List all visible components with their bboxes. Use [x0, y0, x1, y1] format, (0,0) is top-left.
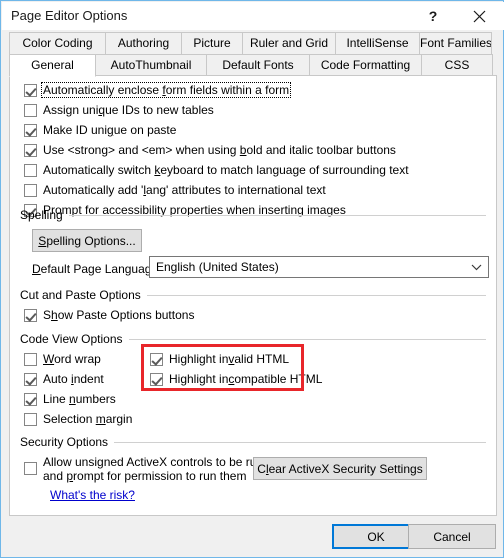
spelling-options-button[interactable]: Spelling Options...: [32, 229, 142, 252]
checkbox-word-wrap[interactable]: [24, 353, 37, 366]
tab-label: Picture: [193, 36, 231, 50]
option-assign-unique-ids[interactable]: Assign unique IDs to new tables: [24, 103, 214, 117]
option-line-numbers[interactable]: Line numbers: [24, 392, 116, 406]
option-use-strong-em[interactable]: Use <strong> and <em> when using bold an…: [24, 143, 396, 157]
tab-label: Authoring: [117, 36, 170, 50]
option-highlight-incompatible-html[interactable]: Highlight incompatible HTML: [150, 372, 322, 386]
tab-label: Ruler and Grid: [249, 36, 329, 50]
checkbox-highlight-incompatible-html[interactable]: [150, 373, 163, 386]
option-allow-unsigned-activex[interactable]: Allow unsigned ActiveX controls to be ru…: [24, 455, 273, 483]
chevron-down-icon[interactable]: [471, 264, 482, 271]
question-mark-icon: ?: [428, 8, 438, 24]
tab-code-formatting[interactable]: Code Formatting: [309, 54, 422, 76]
option-auto-add-lang-attributes[interactable]: Automatically add 'lang' attributes to i…: [24, 183, 326, 197]
tab-ruler-and-grid[interactable]: Ruler and Grid: [242, 32, 336, 54]
tab-strip: Color Coding Authoring Picture Ruler and Gr…: [9, 32, 497, 77]
tab-row-bottom: General AutoThumbnail Default Fonts Code Fo…: [9, 54, 497, 77]
checkbox-allow-unsigned-activex[interactable]: [24, 462, 37, 475]
group-divider-line: [68, 214, 486, 216]
checkbox-line-numbers[interactable]: [24, 393, 37, 406]
general-tab-panel: Automatically enclose form fields within…: [9, 75, 497, 516]
checkbox-make-id-unique-on-paste[interactable]: [24, 124, 37, 137]
checkbox-auto-add-lang-attributes[interactable]: [24, 184, 37, 197]
tab-autothumbnail[interactable]: AutoThumbnail: [95, 54, 207, 76]
tab-label: Color Coding: [22, 36, 93, 50]
option-make-id-unique-on-paste[interactable]: Make ID unigue on paste: [24, 123, 176, 137]
tab-label: Code Formatting: [320, 58, 411, 72]
option-label: Highlight incompatible HTML: [169, 372, 323, 386]
tab-label: CSS: [444, 58, 470, 72]
checkbox-use-strong-em[interactable]: [24, 144, 37, 157]
tab-label: Font Families: [420, 36, 492, 50]
checkbox-selection-margin[interactable]: [24, 413, 37, 426]
group-security-options: Security Options: [20, 435, 486, 449]
option-auto-switch-keyboard[interactable]: Automatically switch keyboard to match l…: [24, 163, 409, 177]
option-word-wrap[interactable]: Word wrap: [24, 352, 101, 366]
tab-label: AutoThumbnail: [110, 58, 192, 72]
option-label: Make ID unigue on paste: [43, 123, 177, 137]
tab-default-fonts[interactable]: Default Fonts: [206, 54, 310, 76]
page-editor-options-dialog: Page Editor Options ? Color Coding Author…: [0, 0, 504, 558]
tab-label: General: [31, 58, 74, 72]
tab-label: IntelliSense: [346, 36, 409, 50]
button-label: pelling Options...: [46, 233, 136, 248]
tab-css[interactable]: CSS: [421, 54, 493, 76]
option-auto-indent[interactable]: Auto indent: [24, 372, 104, 386]
option-label: Assign unique IDs to new tables: [43, 103, 214, 117]
group-title: Code View Options: [20, 332, 123, 346]
checkbox-auto-indent[interactable]: [24, 373, 37, 386]
default-page-language-label: Default Page Language:: [32, 262, 162, 276]
group-title: Cut and Paste Options: [20, 288, 141, 302]
option-selection-margin[interactable]: Selection margin: [24, 412, 132, 426]
combobox-value: English (United States): [156, 260, 279, 274]
close-icon: [473, 10, 486, 23]
tab-authoring[interactable]: Authoring: [105, 32, 182, 54]
tab-color-coding[interactable]: Color Coding: [9, 32, 106, 54]
option-highlight-invalid-html[interactable]: Highlight invalid HTML: [150, 352, 289, 366]
tab-font-families[interactable]: Font Families: [419, 32, 492, 54]
option-label: Auto indent: [43, 372, 104, 386]
group-title: Spelling: [20, 208, 63, 222]
option-label: Automatically switch keyboard to match l…: [43, 163, 409, 177]
checkbox-highlight-invalid-html[interactable]: [150, 353, 163, 366]
tab-general[interactable]: General: [9, 54, 96, 77]
group-divider-line: [114, 441, 486, 443]
group-code-view-options: Code View Options: [20, 332, 486, 346]
cancel-button[interactable]: Cancel: [408, 524, 496, 549]
option-label: Allow unsigned ActiveX controls to be ru…: [43, 455, 264, 483]
group-spelling: Spelling: [20, 208, 486, 222]
clear-activex-security-settings-button[interactable]: Clear ActiveX Security Settings: [253, 457, 427, 480]
tab-row-top: Color Coding Authoring Picture Ruler and Gr…: [9, 32, 497, 54]
option-label: Word wrap: [43, 352, 101, 366]
checkbox-auto-switch-keyboard[interactable]: [24, 164, 37, 177]
default-page-language-combobox[interactable]: English (United States): [149, 256, 489, 278]
option-label: Line numbers: [43, 392, 116, 406]
checkbox-show-paste-options-buttons[interactable]: [24, 309, 37, 322]
option-label: Selection margin: [43, 412, 133, 426]
tab-picture[interactable]: Picture: [181, 32, 243, 54]
option-label: Show Paste Options buttons: [43, 308, 195, 322]
close-button[interactable]: [462, 3, 496, 29]
help-button[interactable]: ?: [416, 3, 450, 29]
tab-intellisense[interactable]: IntelliSense: [335, 32, 420, 54]
ok-button[interactable]: OK: [332, 524, 420, 549]
group-divider-line: [128, 338, 486, 340]
option-label: Highlight invalid HTML: [169, 352, 290, 366]
group-divider-line: [146, 294, 486, 296]
group-cut-and-paste-options: Cut and Paste Options: [20, 288, 486, 302]
checkbox-auto-enclose-form-fields[interactable]: [24, 84, 37, 97]
whats-the-risk-link[interactable]: What's the risk?: [50, 488, 135, 502]
title-bar: Page Editor Options ?: [2, 2, 504, 30]
dialog-title: Page Editor Options: [11, 8, 128, 23]
option-label: Automatically enclose form fields within…: [40, 82, 292, 98]
group-title: Security Options: [20, 435, 109, 449]
tab-label: Default Fonts: [222, 58, 294, 72]
option-label: Automatically add 'lang' attributes to i…: [43, 183, 326, 197]
checkbox-assign-unique-ids[interactable]: [24, 104, 37, 117]
option-show-paste-options-buttons[interactable]: Show Paste Options buttons: [24, 308, 194, 322]
option-auto-enclose-form-fields[interactable]: Automatically enclose form fields within…: [24, 82, 292, 98]
option-label: Use <strong> and <em> when using bold an…: [43, 143, 396, 157]
